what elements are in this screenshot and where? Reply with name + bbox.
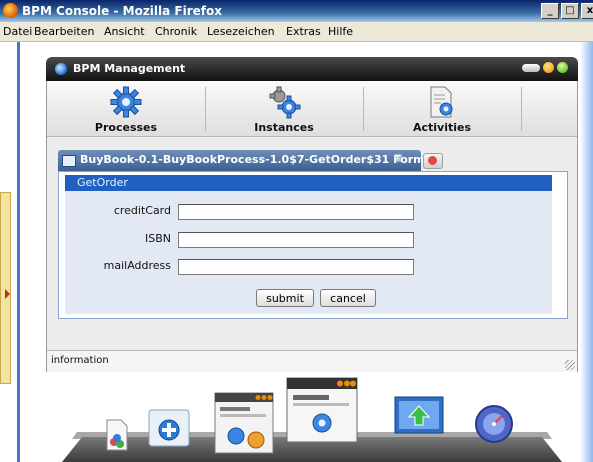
green-window-button[interactable] xyxy=(557,62,568,73)
toolbar-activities[interactable]: Activities xyxy=(363,81,521,136)
credit-card-input[interactable] xyxy=(178,204,414,220)
maximize-button[interactable]: □ xyxy=(561,3,579,19)
menu-datei[interactable]: Datei xyxy=(3,25,32,38)
globe-icon[interactable] xyxy=(474,404,514,444)
tab-close-icon[interactable]: ⊠ xyxy=(394,153,402,164)
sidebar-divider xyxy=(17,42,20,462)
sidebar-handle[interactable] xyxy=(0,192,11,384)
firefox-icon xyxy=(3,3,18,18)
mail-address-label: mailAddress xyxy=(103,259,171,272)
form-tab-title: BuyBook-0.1-BuyBookProcess-1.0$7-GetOrde… xyxy=(80,153,425,166)
toolbar-processes[interactable]: Processes xyxy=(47,81,205,136)
browser-titlebar: BPM Console - Mozilla Firefox _ □ x xyxy=(0,0,593,22)
credit-card-label: creditCard xyxy=(113,204,171,217)
sidebar-strip xyxy=(0,42,22,462)
bpm-window-body: Processes Instances Activities BuyBook-0… xyxy=(46,81,578,372)
help-icon[interactable] xyxy=(148,409,190,447)
bpm-window-controls xyxy=(522,62,568,73)
isbn-input[interactable] xyxy=(178,232,414,248)
cancel-button[interactable]: cancel xyxy=(320,289,376,307)
menu-ansicht[interactable]: Ansicht xyxy=(104,25,145,38)
window-controls: _ □ x xyxy=(541,3,593,19)
form-tab-icon xyxy=(62,155,76,167)
window-title: BPM Console - Mozilla Firefox xyxy=(22,4,222,18)
form-header: GetOrder xyxy=(65,175,552,191)
toolbar-label: Processes xyxy=(94,121,158,134)
toolbar-instances[interactable]: Instances xyxy=(205,81,363,136)
close-icon xyxy=(428,156,437,165)
menu-hilfe[interactable]: Hilfe xyxy=(328,25,353,38)
form-area: creditCard ISBN mailAddress submit cance… xyxy=(65,191,552,314)
resize-grip-icon[interactable] xyxy=(565,360,575,370)
submit-button[interactable]: submit xyxy=(256,289,314,307)
window-gears-icon[interactable] xyxy=(214,392,274,454)
toolbar-label: Instances xyxy=(254,121,314,134)
minimize-pill-button[interactable] xyxy=(522,63,540,72)
menu-bar: Datei Bearbeiten Ansicht Chronik Lesezei… xyxy=(0,22,593,42)
isbn-label: ISBN xyxy=(144,232,171,245)
bpm-logo-icon xyxy=(55,63,67,75)
gear-icon xyxy=(110,86,142,118)
close-button[interactable]: x xyxy=(581,3,593,19)
form-header-title: GetOrder xyxy=(77,176,128,189)
monitor-up-icon[interactable] xyxy=(394,396,444,436)
form-tab[interactable]: BuyBook-0.1-BuyBookProcess-1.0$7-GetOrde… xyxy=(58,150,425,171)
status-bar: information xyxy=(47,350,577,372)
mail-address-input[interactable] xyxy=(178,259,414,275)
status-text: information xyxy=(51,355,109,366)
orange-window-button[interactable] xyxy=(543,62,554,73)
menu-chronik[interactable]: Chronik xyxy=(155,25,197,38)
minimize-button[interactable]: _ xyxy=(541,3,559,19)
menu-bearbeiten[interactable]: Bearbeiten xyxy=(34,25,94,38)
menu-extras[interactable]: Extras xyxy=(286,25,321,38)
bpm-window-title: BPM Management xyxy=(73,62,186,75)
gears-icon xyxy=(269,86,301,119)
expand-arrow-icon[interactable] xyxy=(5,289,10,299)
menu-lesezeichen[interactable]: Lesezeichen xyxy=(207,25,275,38)
bpm-window-header: BPM Management xyxy=(46,57,578,81)
desktop-edge xyxy=(580,42,593,462)
toolbar-label: Activities xyxy=(412,121,472,134)
window-gear-icon[interactable] xyxy=(286,377,358,443)
main-toolbar: Processes Instances Activities xyxy=(47,81,577,137)
document-gear-icon xyxy=(430,86,453,118)
document-icon[interactable] xyxy=(104,418,132,454)
close-all-tabs-button[interactable] xyxy=(423,153,443,169)
toolbar-separator xyxy=(521,87,522,131)
